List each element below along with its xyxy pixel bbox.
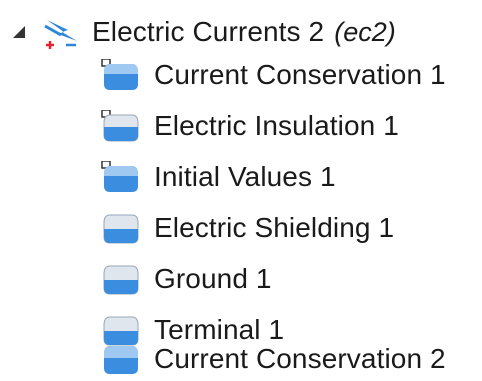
root-node-label: Electric Currents 2 — [92, 16, 325, 47]
node-label: Current Conservation 1 — [154, 59, 446, 90]
tree-node-current-conservation-1[interactable]: Current Conservation 1 — [100, 55, 446, 95]
triangle-down-icon — [13, 26, 25, 38]
default-domain-node-icon — [101, 59, 138, 90]
node-label: Current Conservation 2 — [154, 343, 446, 374]
electric-currents-icon — [44, 20, 77, 49]
node-label: Electric Insulation 1 — [154, 110, 399, 141]
node-label: Electric Shielding 1 — [154, 212, 395, 243]
tree-node-electric-insulation-1[interactable]: Electric Insulation 1 — [100, 106, 399, 146]
default-boundary-node-icon — [101, 110, 139, 142]
tree-node-initial-values-1[interactable]: Initial Values 1 — [100, 157, 336, 197]
tree-node-ground-1[interactable]: Ground 1 — [100, 259, 272, 299]
boundary-node-icon — [103, 265, 139, 295]
tree-node-electric-currents-2[interactable]: Electric Currents 2 (ec2) — [8, 12, 396, 52]
tree-node-current-conservation-2[interactable]: Current Conservation 2 — [100, 339, 446, 379]
default-domain-node-icon — [101, 161, 138, 192]
node-label: Initial Values 1 — [154, 161, 336, 192]
model-builder-tree: Electric Currents 2 (ec2) Current Conser… — [0, 0, 482, 381]
tree-node-electric-shielding-1[interactable]: Electric Shielding 1 — [100, 208, 394, 248]
boundary-node-icon — [103, 214, 139, 244]
expand-collapse-toggle[interactable] — [8, 12, 30, 52]
domain-node-icon — [104, 346, 138, 374]
node-label: Ground 1 — [154, 263, 272, 294]
physics-tag: (ec2) — [334, 17, 396, 47]
